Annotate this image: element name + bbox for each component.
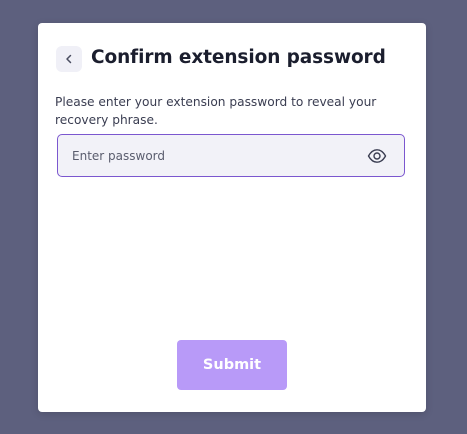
password-field: [57, 134, 405, 177]
back-button[interactable]: [56, 46, 82, 72]
toggle-password-visibility-button[interactable]: [366, 146, 388, 166]
confirm-password-dialog: Confirm extension password Please enter …: [38, 23, 426, 412]
dialog-title: Confirm extension password: [91, 47, 386, 68]
dialog-description: Please enter your extension password to …: [55, 95, 377, 127]
password-input[interactable]: [58, 135, 348, 176]
submit-button[interactable]: Submit: [177, 340, 287, 390]
eye-icon: [367, 149, 387, 163]
chevron-left-icon: [66, 54, 72, 64]
